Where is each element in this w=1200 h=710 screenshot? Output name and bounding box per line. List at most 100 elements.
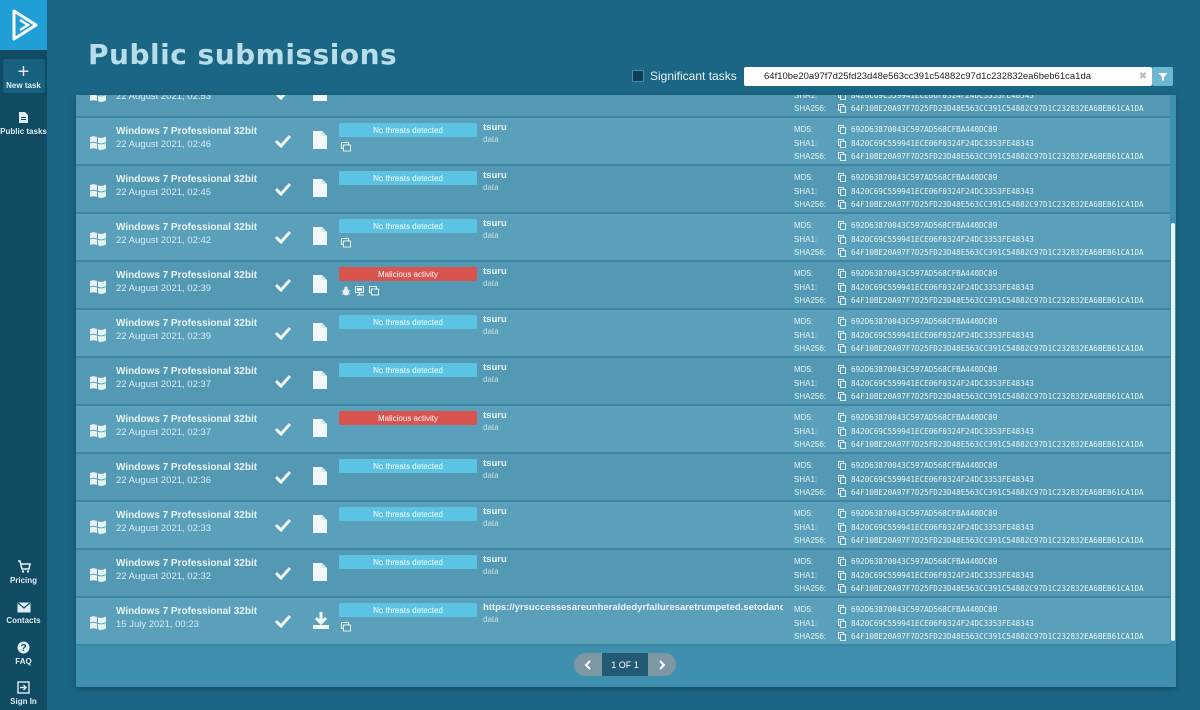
sha256-value: 64F10BE20A97F7D25FD23D48E563CC391C54882C…: [851, 632, 1144, 641]
hash-labels: MD5:SHA1:SHA256:: [794, 171, 826, 212]
copy-icon[interactable]: [838, 317, 846, 327]
search-input[interactable]: [744, 68, 1136, 85]
md5-line: 692D63870043C597AD568CFBA440DC89: [838, 363, 1144, 377]
sha256-value: 64F10BE20A97F7D25FD23D48E563CC391C54882C…: [851, 152, 1144, 161]
copy-icon[interactable]: [838, 104, 846, 114]
significant-tasks-toggle[interactable]: Significant tasks: [632, 69, 737, 83]
copy-icon[interactable]: [838, 282, 846, 292]
submission-date: 22 August 2021, 02:37: [116, 427, 212, 438]
table-row[interactable]: Windows 7 Professional 32bit22 August 20…: [76, 454, 1170, 502]
copy-icon[interactable]: [838, 95, 846, 100]
copy-icon[interactable]: [838, 426, 846, 436]
sidebar-item-contacts[interactable]: Contacts: [0, 596, 47, 630]
copy-icon[interactable]: [838, 536, 846, 546]
submission-date: 22 August 2021, 02:45: [116, 187, 212, 198]
scrollbar[interactable]: [1170, 95, 1176, 687]
table-row[interactable]: Windows 7 Professional 32bit22 August 20…: [76, 406, 1170, 454]
table-row[interactable]: Windows 7 Professional 32bit22 August 20…: [76, 502, 1170, 550]
copy-icon[interactable]: [838, 344, 846, 354]
copy-icon[interactable]: [838, 138, 846, 148]
copy-icon[interactable]: [838, 152, 846, 162]
prev-page-button[interactable]: [574, 653, 602, 676]
copy-icon[interactable]: [838, 330, 846, 340]
table-row[interactable]: Windows 7 Professional 32bit22 August 20…: [76, 358, 1170, 406]
table-row[interactable]: Windows 7 Professional 32bit22 August 20…: [76, 262, 1170, 310]
table-row[interactable]: Windows 7 Professional 32bit22 August 20…: [76, 310, 1170, 358]
copy-icon[interactable]: [838, 234, 846, 244]
copy-icon[interactable]: [838, 618, 846, 628]
submission-name[interactable]: tsuru: [483, 314, 507, 325]
copy-icon[interactable]: [838, 605, 846, 615]
table-row[interactable]: Windows 7 Professional 32bit22 August 20…: [76, 214, 1170, 262]
table-row[interactable]: Windows 7 Professional 32bit 22 August 20…: [76, 166, 1170, 214]
sidebar-item-sign-in[interactable]: Sign In: [0, 676, 47, 710]
sidebar-item-pricing[interactable]: Pricing: [0, 555, 47, 589]
copy-icon[interactable]: [838, 186, 846, 196]
copy-icon[interactable]: [838, 200, 846, 210]
copy-icon[interactable]: [838, 296, 846, 306]
submission-name[interactable]: https://yrsuccessesareunheraldedyrfailur…: [483, 602, 783, 613]
table-row[interactable]: Windows 7 Professional 32bit22 August 20…: [76, 118, 1170, 166]
copy-icon[interactable]: [838, 461, 846, 471]
submission-name[interactable]: tsuru: [483, 362, 507, 373]
copy-icon[interactable]: [838, 269, 846, 279]
copy-icon[interactable]: [838, 440, 846, 450]
submission-name[interactable]: tsuru: [483, 554, 507, 565]
copy-icon[interactable]: [838, 365, 846, 375]
copy-icon[interactable]: [838, 173, 846, 183]
copy-icon[interactable]: [838, 221, 846, 231]
sha1-line: 8420C69C559941ECE06F0324F24DC3353FE48343: [838, 473, 1144, 487]
submission-name[interactable]: tsuru: [483, 410, 507, 421]
copy-icon[interactable]: [838, 584, 846, 594]
submission-type: data: [483, 375, 499, 384]
copy-icon[interactable]: [838, 392, 846, 402]
table-row[interactable]: Windows 7 Professional 32bit22 August 20…: [76, 95, 1170, 118]
copy-icon[interactable]: [838, 125, 846, 135]
submissions-list: Windows 7 Professional 32bit 22 August 20…: [76, 95, 1170, 646]
submission-name[interactable]: tsuru: [483, 218, 507, 229]
copy-icon[interactable]: [838, 413, 846, 423]
sidebar-item-faq[interactable]: ? FAQ: [0, 636, 47, 670]
plus-icon: +: [17, 60, 30, 83]
sha256-label: SHA256:: [794, 344, 827, 353]
os-name: Windows 7 Professional 32bit: [116, 174, 258, 185]
table-row[interactable]: Windows 7 Professional 32bit 15 July 2021…: [76, 598, 1170, 646]
clear-icon[interactable]: ✖: [1136, 70, 1150, 84]
submission-name[interactable]: tsuru: [483, 458, 507, 469]
copy-icon[interactable]: [838, 378, 846, 388]
windows-logo-icon: [90, 184, 106, 198]
copy-icon[interactable]: [838, 570, 846, 580]
hash-values: 692D63870043C597AD568CFBA440DC89 8420C69C…: [838, 411, 1144, 452]
significant-tasks-checkbox[interactable]: [632, 70, 644, 82]
submission-name[interactable]: tsuru: [483, 266, 507, 277]
table-row[interactable]: Windows 7 Professional 32bit22 August 20…: [76, 550, 1170, 598]
sha256-value: 64F10BE20A97F7D25FD23D48E563CC391C54882C…: [851, 584, 1144, 593]
os-name: Windows 7 Professional 32bit: [116, 462, 258, 473]
file-icon: [313, 131, 327, 149]
next-page-button[interactable]: [648, 653, 676, 676]
submission-date: 22 August 2021, 02:46: [116, 139, 212, 150]
copy-icon[interactable]: [838, 488, 846, 498]
md5-value: 692D63870043C597AD568CFBA440DC89: [851, 557, 998, 566]
sha1-label: SHA1:: [794, 522, 818, 532]
window-icon: [369, 286, 379, 296]
submission-name[interactable]: tsuru: [483, 122, 507, 133]
app-logo[interactable]: [0, 0, 47, 50]
os-name: Windows 7 Professional 32bit: [116, 510, 258, 521]
hash-values: 692D63870043C597AD568CFBA440DC89 8420C69C…: [838, 459, 1144, 500]
sidebar-item-public-tasks[interactable]: Public tasks: [0, 106, 47, 140]
copy-icon[interactable]: [838, 522, 846, 532]
sha256-label: SHA256:: [794, 536, 827, 545]
copy-icon[interactable]: [838, 557, 846, 567]
copy-icon[interactable]: [838, 248, 846, 258]
filter-button[interactable]: [1152, 67, 1173, 86]
submission-name[interactable]: tsuru: [483, 170, 507, 181]
window-icon: [341, 238, 351, 248]
hash-labels: MD5:SHA1:SHA256:: [794, 95, 826, 116]
copy-icon[interactable]: [838, 509, 846, 519]
scrollbar-thumb[interactable]: [1171, 223, 1175, 641]
copy-icon[interactable]: [838, 474, 846, 484]
copy-icon[interactable]: [838, 632, 846, 642]
submission-name[interactable]: tsuru: [483, 506, 507, 517]
sidebar-item-new-task[interactable]: + New task: [0, 58, 47, 94]
